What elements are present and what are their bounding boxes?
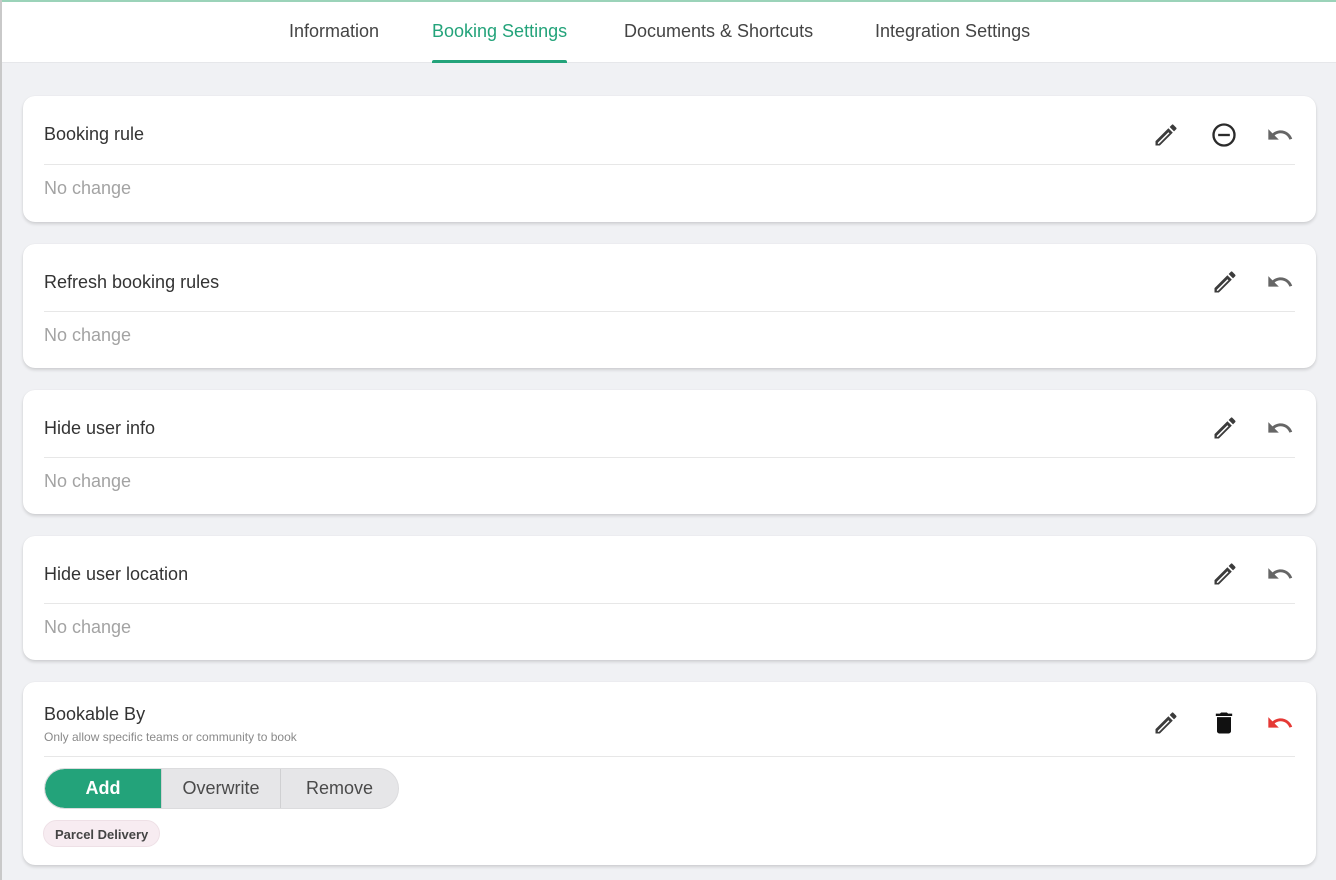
bookable-by-card: Bookable By Only allow specific teams or… [23,682,1316,865]
tab-documents-shortcuts[interactable]: Documents & Shortcuts [624,2,813,63]
undo-button[interactable] [1265,267,1295,297]
edit-button[interactable] [1210,413,1240,443]
card-title: Hide user location [44,564,189,584]
undo-button[interactable] [1265,559,1295,589]
mode-remove-button[interactable]: Remove [281,769,398,808]
card-value: No change [44,178,132,198]
undo-button[interactable] [1265,120,1295,150]
card-divider [44,457,1295,458]
card-divider [44,756,1295,757]
mode-add-button[interactable]: Add [45,769,162,808]
undo-icon [1268,568,1293,579]
tab-bar: Information Booking Settings Documents &… [2,2,1336,63]
undo-button[interactable] [1265,413,1295,443]
card-value: No change [44,325,132,345]
edit-button[interactable] [1151,120,1181,150]
card-divider [44,164,1295,165]
undo-button[interactable] [1265,708,1295,738]
mode-overwrite-button[interactable]: Overwrite [162,769,281,808]
pencil-icon [1155,124,1177,146]
card-title: Refresh booking rules [44,272,220,292]
trash-icon [1215,712,1233,734]
team-chip[interactable]: Parcel Delivery [43,820,161,847]
clear-button[interactable] [1209,120,1239,150]
pencil-icon [1214,563,1236,585]
tab-integration-settings[interactable]: Integration Settings [875,2,1030,63]
pencil-icon [1214,417,1236,439]
undo-icon [1268,276,1293,287]
edit-button[interactable] [1210,559,1240,589]
card-divider [44,311,1295,312]
remove-circle-icon [1212,123,1236,147]
mode-segmented-control: Add Overwrite Remove [44,768,399,809]
edit-button[interactable] [1210,267,1240,297]
card-subtitle: Only allow specific teams or community t… [44,730,297,744]
card-divider [44,603,1295,604]
undo-icon [1268,129,1293,140]
card-title: Hide user info [44,418,156,438]
pencil-icon [1214,271,1236,293]
tab-information[interactable]: Information [289,2,379,63]
window-left-edge [0,0,2,880]
undo-icon [1268,717,1293,728]
hide-user-info-card: Hide user info No change [23,390,1316,514]
pencil-icon [1155,712,1177,734]
tab-booking-settings[interactable]: Booking Settings [432,2,568,63]
booking-rule-card: Booking rule No change [23,96,1316,222]
undo-icon [1268,422,1293,433]
hide-user-location-card: Hide user location No change [23,536,1316,660]
card-value: No change [44,471,132,491]
delete-button[interactable] [1209,708,1239,738]
card-title: Bookable By [44,704,146,724]
card-value: No change [44,617,132,637]
edit-button[interactable] [1151,708,1181,738]
refresh-booking-rules-card: Refresh booking rules No change [23,244,1316,368]
card-title: Booking rule [44,124,145,144]
